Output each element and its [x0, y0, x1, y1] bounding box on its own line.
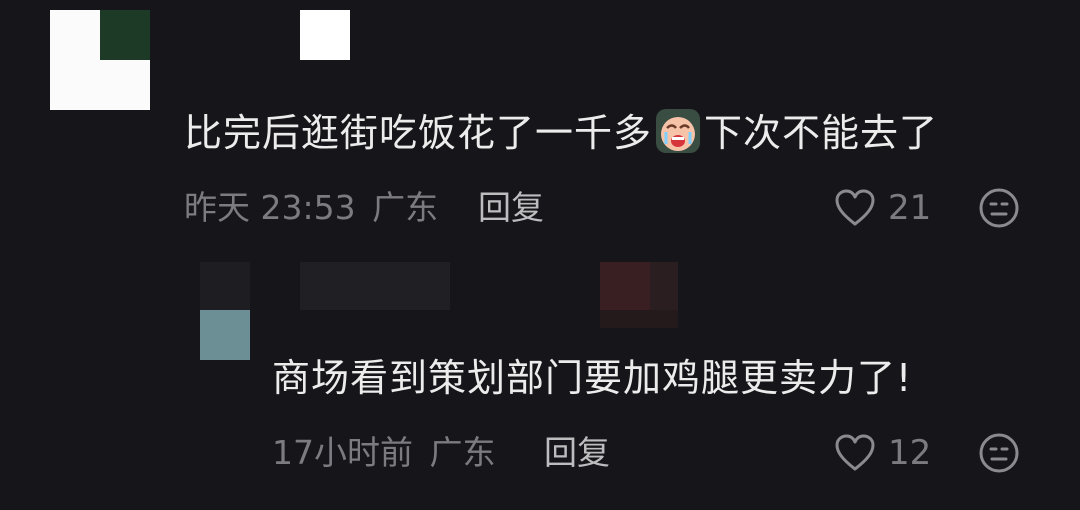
- like-count: 21: [888, 188, 932, 228]
- comment-text-part: 比完后逛街吃饭花了一千多: [184, 111, 653, 155]
- reply-time: 17小时前: [272, 433, 413, 472]
- comment-time: 昨天 23:53: [184, 188, 356, 227]
- comment-text-part: 下次不能去了: [704, 111, 939, 155]
- heart-icon[interactable]: [834, 188, 876, 228]
- reply-location: 广东: [429, 433, 496, 472]
- username[interactable]: [300, 10, 350, 60]
- comment-meta: 昨天 23:53 广东: [184, 188, 438, 228]
- like-count: 12: [888, 433, 932, 473]
- dislike-face-icon[interactable]: [978, 432, 1020, 474]
- avatar-redaction-block: [200, 262, 250, 310]
- reply-button[interactable]: 回复: [478, 188, 544, 228]
- reply-button[interactable]: 回复: [544, 433, 610, 473]
- username-redaction-block: [650, 262, 678, 310]
- dislike-face-icon[interactable]: [978, 187, 1020, 229]
- username-redaction-block: [600, 262, 650, 310]
- comment-location: 广东: [372, 188, 439, 227]
- reply-text: 商场看到策划部门要加鸡腿更卖力了!: [272, 356, 913, 400]
- comment-text: 比完后逛街吃饭花了一千多 下次不能去了: [184, 108, 938, 157]
- reply-meta: 17小时前 广东: [272, 433, 496, 473]
- crying-face-emoji-icon: [656, 109, 701, 153]
- heart-icon[interactable]: [834, 433, 876, 473]
- username[interactable]: [300, 262, 450, 310]
- username-redaction-block: [600, 310, 678, 328]
- avatar-redaction-block: [100, 10, 150, 60]
- avatar[interactable]: [200, 310, 250, 360]
